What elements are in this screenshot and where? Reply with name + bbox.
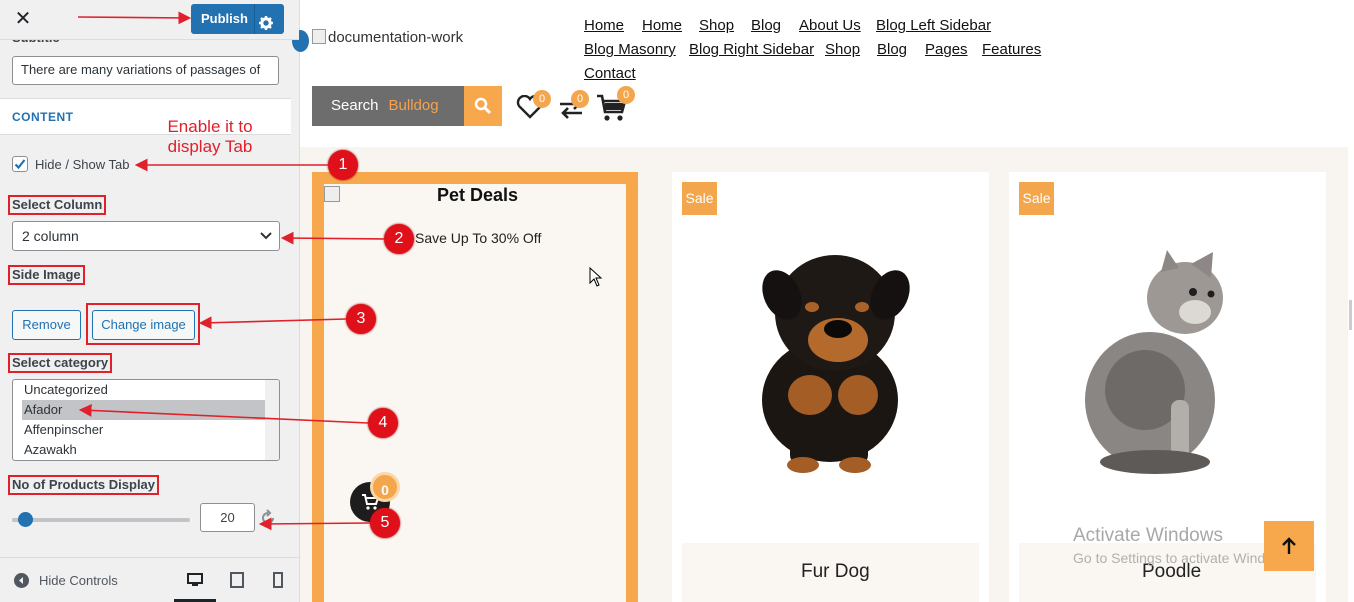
collapse-icon <box>14 573 29 588</box>
products-display-label: No of Products Display <box>8 475 160 495</box>
logo-alt-text: documentation-work <box>328 29 464 46</box>
nav-item-about-us[interactable]: About Us <box>799 17 861 34</box>
list-item[interactable]: Azawakh <box>13 440 263 460</box>
sale-badge: Sale <box>1019 182 1054 215</box>
arrow-up-icon <box>1282 537 1296 554</box>
page-scrollbar[interactable] <box>1348 0 1354 602</box>
broken-image-icon <box>324 186 340 202</box>
product-name[interactable]: Fur Dog <box>801 561 870 583</box>
select-category-label: Select category <box>8 353 113 373</box>
sale-badge: Sale <box>682 182 717 215</box>
customizer-sidebar: Subtitle ✕ Publish There are many variat… <box>0 0 300 602</box>
nav-item-pages[interactable]: Pages <box>925 41 968 58</box>
tablet-icon[interactable] <box>229 572 245 588</box>
customizer-header: ✕ Publish <box>0 0 299 40</box>
content-section-label: CONTENT <box>12 110 74 124</box>
side-image-label: Side Image <box>8 265 85 285</box>
select-column-dropdown[interactable]: 2 column <box>12 221 280 251</box>
mobile-icon[interactable] <box>272 572 284 588</box>
list-item[interactable]: Affenpinscher <box>13 420 263 440</box>
compare-count-badge: 0 <box>571 90 589 108</box>
deal-title: Pet Deals <box>437 185 519 205</box>
hide-controls-label: Hide Controls <box>39 573 118 588</box>
list-item[interactable]: Uncategorized <box>13 380 263 400</box>
step-badge-2: 2 <box>384 224 414 254</box>
gear-icon[interactable] <box>259 11 273 41</box>
publish-label: Publish <box>201 11 248 26</box>
listbox-scrollbar[interactable] <box>265 380 279 460</box>
step-badge-4: 4 <box>368 408 398 438</box>
puppy-image[interactable] <box>740 245 920 475</box>
nav-item-shop[interactable]: Shop <box>699 17 734 34</box>
nav-item-home[interactable]: Home <box>642 17 682 34</box>
customizer-footer: Hide Controls <box>0 557 299 602</box>
publish-divider <box>254 4 255 34</box>
step-badge-5: 5 <box>370 508 400 538</box>
select-column-value: 2 column <box>22 228 79 244</box>
hide-show-checkbox[interactable] <box>12 156 28 172</box>
remove-image-button[interactable]: Remove <box>12 310 81 340</box>
nav-item-blog-right-sidebar[interactable]: Blog Right Sidebar <box>689 41 814 58</box>
floating-cart-count: 0 <box>370 472 400 502</box>
cart-count-badge: 0 <box>617 86 635 104</box>
nav-item-blog-masonry[interactable]: Blog Masonry <box>584 41 676 58</box>
nav-item-features[interactable]: Features <box>982 41 1041 58</box>
activate-windows-hint: Go to Settings to activate Windows. <box>1073 550 1294 566</box>
search-term: Bulldog <box>388 97 439 114</box>
list-item-selected[interactable]: Afador <box>22 400 272 420</box>
products-slider-handle[interactable] <box>18 512 33 527</box>
hide-show-label: Hide / Show Tab <box>35 157 130 172</box>
checkmark-icon <box>14 159 26 170</box>
annotation-note: Enable it to display Tab <box>167 117 253 156</box>
search-icon <box>474 97 492 115</box>
nav-item-blog-left-sidebar[interactable]: Blog Left Sidebar <box>876 17 991 34</box>
search-button[interactable] <box>464 86 502 126</box>
nav-item-home[interactable]: Home <box>584 17 624 34</box>
mouse-cursor-icon <box>589 267 603 287</box>
chevron-down-icon <box>260 232 272 240</box>
close-icon[interactable]: ✕ <box>10 8 36 32</box>
step-badge-1: 1 <box>328 150 358 180</box>
nav-item-blog[interactable]: Blog <box>751 17 781 34</box>
broken-image-icon <box>312 29 326 44</box>
publish-button[interactable]: Publish <box>191 4 284 34</box>
activate-windows-title: Activate Windows <box>1073 525 1223 546</box>
scrollbar-thumb[interactable] <box>1349 300 1352 330</box>
nav-item-shop[interactable]: Shop <box>825 41 860 58</box>
kitten-image[interactable] <box>1075 250 1245 475</box>
subtitle-input[interactable]: There are many variations of passages of <box>12 56 279 85</box>
reset-icon[interactable] <box>259 509 277 527</box>
step-badge-3: 3 <box>346 304 376 334</box>
wishlist-count-badge: 0 <box>533 90 551 108</box>
nav-item-blog[interactable]: Blog <box>877 41 907 58</box>
category-listbox[interactable]: Uncategorized Afador Affenpinscher Azawa… <box>12 379 280 461</box>
change-image-button[interactable]: Change image <box>92 310 195 340</box>
products-count-input[interactable]: 20 <box>200 503 255 532</box>
products-slider-track[interactable] <box>12 518 190 522</box>
hide-controls-button[interactable]: Hide Controls <box>14 573 118 588</box>
site-logo[interactable]: documentation-work <box>312 29 463 46</box>
search-label: Search <box>331 97 379 114</box>
scroll-to-top-button[interactable] <box>1264 521 1314 571</box>
desktop-icon[interactable] <box>187 572 203 588</box>
search-box[interactable]: Search Bulldog <box>312 86 464 126</box>
select-column-label: Select Column <box>8 195 107 215</box>
nav-item-contact[interactable]: Contact <box>584 65 636 82</box>
pet-deals-panel[interactable] <box>324 184 626 602</box>
deal-subtitle: Save Up To 30% Off <box>415 230 542 246</box>
